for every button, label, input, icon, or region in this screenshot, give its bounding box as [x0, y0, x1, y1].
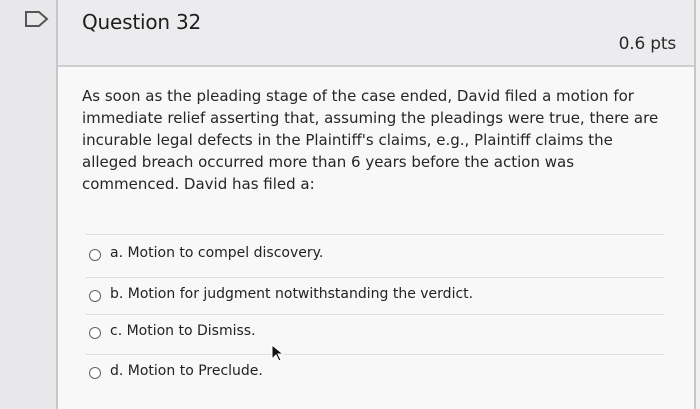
question-text: As soon as the pleading stage of the cas… [82, 87, 659, 193]
flag-icon[interactable] [24, 9, 50, 29]
radio-button[interactable] [89, 290, 101, 302]
question-header: Question 32 0.6 pts [58, 0, 694, 67]
quiz-screen: Question 32 0.6 pts As soon as the plead… [0, 0, 700, 409]
radio-button[interactable] [89, 367, 101, 379]
answer-label[interactable]: d. Motion to Preclude. [110, 363, 263, 379]
question-body: As soon as the pleading stage of the cas… [82, 85, 662, 195]
answer-label[interactable]: a. Motion to compel discovery. [110, 245, 323, 261]
radio-button[interactable] [89, 249, 101, 261]
answer-option-a[interactable]: a. Motion to compel discovery. [86, 234, 664, 277]
question-card: Question 32 0.6 pts As soon as the plead… [56, 0, 696, 409]
answer-label[interactable]: c. Motion to Dismiss. [110, 323, 256, 339]
question-points: 0.6 pts [618, 34, 677, 54]
answer-label[interactable]: b. Motion for judgment notwithstanding t… [110, 286, 473, 302]
answer-option-c[interactable]: c. Motion to Dismiss. [86, 314, 664, 354]
answer-option-d[interactable]: d. Motion to Preclude. [86, 354, 664, 393]
question-flag-column [0, 0, 56, 409]
answer-list: a. Motion to compel discovery. b. Motion… [86, 234, 664, 393]
question-title: Question 32 [82, 10, 202, 34]
radio-button[interactable] [89, 327, 101, 339]
answer-option-b[interactable]: b. Motion for judgment notwithstanding t… [86, 277, 664, 314]
cursor-icon [271, 344, 285, 362]
